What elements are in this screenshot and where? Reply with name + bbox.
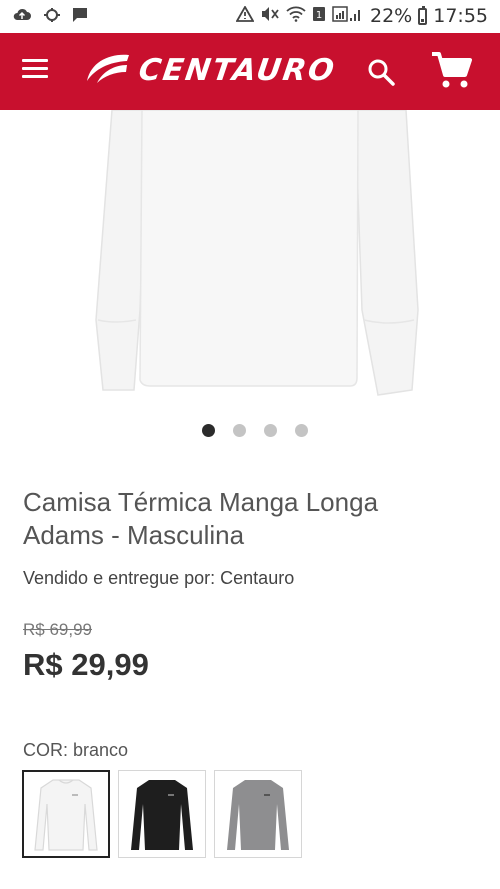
message-icon — [72, 7, 88, 27]
old-price: R$ 69,99 — [23, 620, 92, 639]
centauro-swoosh-icon — [87, 54, 129, 83]
carousel-dot[interactable] — [264, 424, 277, 437]
app-header: CENTAURO — [0, 33, 500, 110]
logo-text: CENTAURO — [136, 52, 339, 88]
svg-text:1: 1 — [316, 10, 322, 21]
shopping-cart-icon[interactable] — [430, 51, 472, 91]
seller-info: Vendido e entregue por: Centauro — [23, 568, 295, 588]
centauro-logo[interactable]: CENTAURO — [85, 51, 339, 89]
cloud-upload-icon — [12, 7, 32, 27]
color-swatch-preto[interactable] — [118, 770, 206, 858]
battery-percent: 22% — [370, 5, 413, 27]
sync-icon — [42, 7, 62, 27]
color-swatches — [22, 770, 302, 858]
current-price: R$ 29,99 — [23, 647, 149, 682]
carousel-dot[interactable] — [233, 424, 246, 437]
carousel-dot[interactable] — [295, 424, 308, 437]
carousel-dot[interactable] — [202, 424, 215, 437]
color-swatch-branco[interactable] — [22, 770, 110, 858]
search-icon[interactable] — [366, 57, 396, 87]
mute-icon — [260, 5, 280, 27]
status-left-icons — [12, 7, 88, 27]
status-bar: 1 22% 17:55 — [0, 0, 500, 33]
alert-icon — [235, 5, 255, 27]
product-image[interactable] — [0, 110, 500, 410]
sim-icon: 1 — [312, 5, 326, 27]
battery-icon — [418, 5, 428, 25]
signal-icon — [332, 5, 364, 27]
carousel-dots — [202, 424, 308, 437]
color-swatch-cinza[interactable] — [214, 770, 302, 858]
hamburger-menu-icon[interactable] — [22, 59, 48, 79]
clock: 17:55 — [433, 5, 488, 27]
color-label: COR: branco — [23, 740, 129, 760]
wifi-icon — [286, 5, 306, 27]
status-right-icons: 1 22% 17:55 — [235, 5, 488, 27]
product-title: Camisa Térmica Manga Longa Adams - Mascu… — [23, 487, 379, 550]
